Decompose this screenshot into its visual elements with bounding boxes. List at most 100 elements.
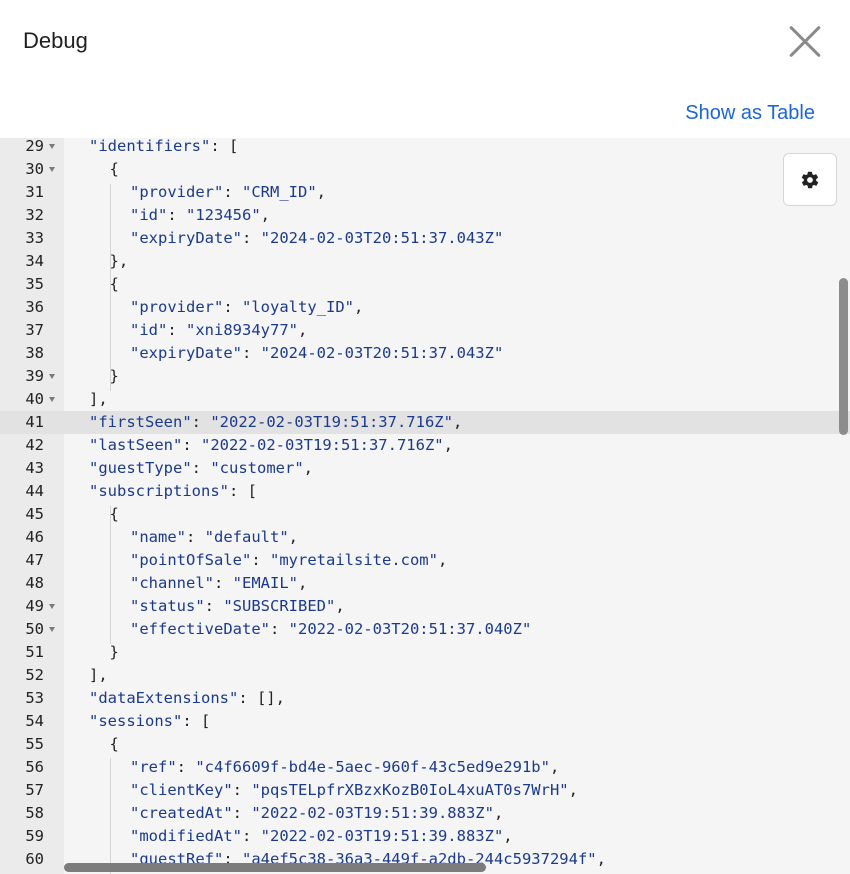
code-line[interactable]: 36 "provider": "loyalty_ID", [0, 296, 850, 319]
code-line[interactable]: 42 "lastSeen": "2022-02-03T19:51:37.716Z"… [0, 434, 850, 457]
code-line[interactable]: 53 "dataExtensions": [], [0, 687, 850, 710]
line-number: 39 [25, 367, 44, 385]
horizontal-scrollbar[interactable] [64, 863, 486, 872]
line-number: 36 [25, 298, 44, 316]
line-number: 46 [25, 528, 44, 546]
code-text: "id": "123456", [130, 206, 270, 224]
fold-arrow-icon[interactable] [49, 374, 55, 379]
code-line[interactable]: 31 "provider": "CRM_ID", [0, 181, 850, 204]
line-number: 38 [25, 344, 44, 362]
code-text: "channel": "EMAIL", [130, 574, 308, 592]
line-number: 53 [25, 689, 44, 707]
line-number: 52 [25, 666, 44, 684]
code-text: ], [89, 666, 108, 684]
code-text: "identifiers": [ [89, 138, 239, 155]
code-text: "dataExtensions": [], [89, 689, 285, 707]
line-number: 41 [25, 413, 44, 431]
line-number: 30 [25, 160, 44, 178]
code-line[interactable]: 30 { [0, 158, 850, 181]
line-number: 47 [25, 551, 44, 569]
code-text: "modifiedAt": "2022-02-03T19:51:39.883Z"… [130, 827, 513, 845]
code-line[interactable]: 54 "sessions": [ [0, 710, 850, 733]
line-number: 31 [25, 183, 44, 201]
line-number: 44 [25, 482, 44, 500]
code-text: "pointOfSale": "myretailsite.com", [130, 551, 448, 569]
code-line[interactable]: 51} [0, 641, 850, 664]
show-as-table-link[interactable]: Show as Table [685, 102, 815, 125]
line-number: 60 [25, 850, 44, 868]
line-number: 40 [25, 390, 44, 408]
code-text: "clientKey": "pqsTELpfrXBzxKozB0IoL4xuAT… [130, 781, 578, 799]
code-text: "firstSeen": "2022-02-03T19:51:37.716Z", [89, 413, 463, 431]
line-number: 48 [25, 574, 44, 592]
dialog-title: Debug [23, 28, 88, 53]
code-line[interactable]: 45 { [0, 503, 850, 526]
code-line[interactable]: 40], [0, 388, 850, 411]
code-line[interactable]: 58 "createdAt": "2022-02-03T19:51:39.883Z… [0, 802, 850, 825]
code-text: { [109, 735, 119, 753]
code-line[interactable]: 32 "id": "123456", [0, 204, 850, 227]
line-number: 45 [25, 505, 44, 523]
code-text: "effectiveDate": "2022-02-03T20:51:37.04… [130, 620, 532, 638]
code-line[interactable]: 39} [0, 365, 850, 388]
code-lines: 29 "identifiers": [ 30 {31 "provider": "CRM_… [0, 138, 850, 874]
line-number: 33 [25, 229, 44, 247]
line-number: 56 [25, 758, 44, 776]
settings-button[interactable] [783, 153, 837, 206]
code-text: "id": "xni8934y77", [130, 321, 308, 339]
gear-icon [801, 171, 819, 189]
code-text: "createdAt": "2022-02-03T19:51:39.883Z", [130, 804, 504, 822]
code-text: { [109, 505, 119, 523]
code-line[interactable]: 33 "expiryDate": "2024-02-03T20:51:37.043… [0, 227, 850, 250]
fold-arrow-icon[interactable] [49, 604, 55, 609]
code-text: "guestType": "customer", [89, 459, 313, 477]
code-text: "expiryDate": "2024-02-03T20:51:37.043Z" [130, 229, 504, 247]
code-line[interactable]: 38 "expiryDate": "2024-02-03T20:51:37.043… [0, 342, 850, 365]
code-line[interactable]: 43 "guestType": "customer", [0, 457, 850, 480]
code-line[interactable]: 34}, [0, 250, 850, 273]
code-line[interactable]: 56 "ref": "c4f6609f-bd4e-5aec-960f-43c5ed… [0, 756, 850, 779]
vertical-scrollbar[interactable] [839, 278, 848, 435]
line-number: 42 [25, 436, 44, 454]
dialog-header: Debug Show as Table [0, 0, 850, 138]
line-number: 29 [25, 138, 44, 155]
fold-arrow-icon[interactable] [49, 167, 55, 172]
code-line[interactable]: 48 "channel": "EMAIL", [0, 572, 850, 595]
code-line[interactable]: 35 { [0, 273, 850, 296]
code-text: "provider": "loyalty_ID", [130, 298, 364, 316]
code-line[interactable]: 59 "modifiedAt": "2022-02-03T19:51:39.883… [0, 825, 850, 848]
line-number: 59 [25, 827, 44, 845]
code-text: { [109, 275, 119, 293]
code-line[interactable]: 50 "effectiveDate": "2022-02-03T20:51:37.… [0, 618, 850, 641]
line-number: 32 [25, 206, 44, 224]
code-text: "name": "default", [130, 528, 299, 546]
code-text: "sessions": [ [89, 712, 211, 730]
line-number: 43 [25, 459, 44, 477]
code-line[interactable]: 47 "pointOfSale": "myretailsite.com", [0, 549, 850, 572]
code-line[interactable]: 49 "status": "SUBSCRIBED", [0, 595, 850, 618]
line-number: 57 [25, 781, 44, 799]
code-line[interactable]: 46 "name": "default", [0, 526, 850, 549]
code-text: "status": "SUBSCRIBED", [130, 597, 345, 615]
fold-arrow-icon[interactable] [49, 144, 55, 149]
json-code-editor[interactable]: 29 "identifiers": [ 30 {31 "provider": "CRM_… [0, 138, 850, 874]
line-number: 55 [25, 735, 44, 753]
code-text: } [109, 367, 119, 385]
close-icon[interactable] [786, 23, 824, 61]
line-number: 50 [25, 620, 44, 638]
code-line[interactable]: 52], [0, 664, 850, 687]
code-text: ], [89, 390, 108, 408]
code-line[interactable]: 57 "clientKey": "pqsTELpfrXBzxKozB0IoL4xu… [0, 779, 850, 802]
fold-arrow-icon[interactable] [49, 627, 55, 632]
code-line[interactable]: 29 "identifiers": [ [0, 138, 850, 158]
fold-arrow-icon[interactable] [49, 397, 55, 402]
code-line[interactable]: 44 "subscriptions": [ [0, 480, 850, 503]
code-line[interactable]: 55 { [0, 733, 850, 756]
code-text: { [109, 160, 119, 178]
line-number: 49 [25, 597, 44, 615]
code-text: "subscriptions": [ [89, 482, 257, 500]
code-line[interactable]: 41 "firstSeen": "2022-02-03T19:51:37.716Z… [0, 411, 850, 434]
code-line[interactable]: 37 "id": "xni8934y77", [0, 319, 850, 342]
code-text: "ref": "c4f6609f-bd4e-5aec-960f-43c5ed9e… [130, 758, 560, 776]
code-text: "provider": "CRM_ID", [130, 183, 326, 201]
